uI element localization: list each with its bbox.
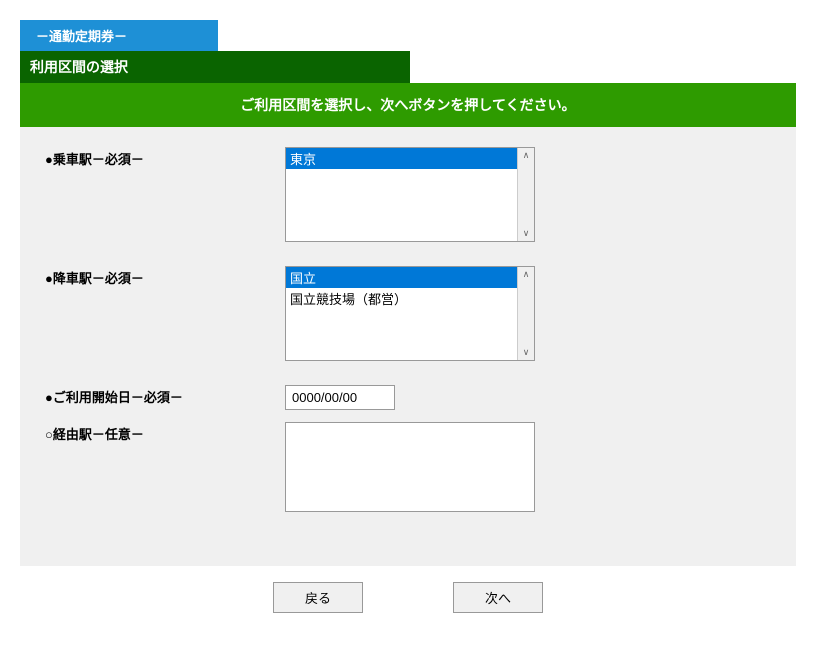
label-alighting-station: ●降車駅－必須－ [45, 266, 285, 287]
row-boarding-station: ●乗車駅－必須－ 東京 ∧ ∨ [45, 147, 771, 242]
scroll-down-icon[interactable]: ∨ [523, 228, 530, 239]
subheader-row: 利用区間の選択 [20, 51, 796, 83]
row-alighting-station: ●降車駅－必須－ 国立 国立競技場（都営） ∧ ∨ [45, 266, 771, 361]
instruction-bar: ご利用区間を選択し、次へボタンを押してください。 [20, 83, 796, 127]
list-item[interactable]: 国立競技場（都営） [286, 288, 534, 309]
scrollbar[interactable]: ∧ ∨ [517, 148, 534, 241]
listbox-alighting-station[interactable]: 国立 国立競技場（都営） ∧ ∨ [285, 266, 535, 361]
scroll-down-icon[interactable]: ∨ [523, 347, 530, 358]
listbox-boarding-options: 東京 [286, 148, 534, 169]
section-subheader: 利用区間の選択 [20, 51, 410, 83]
label-start-date: ●ご利用開始日－必須－ [45, 385, 285, 406]
tab-header-row: －通勤定期券－ [20, 20, 796, 51]
scroll-up-icon[interactable]: ∧ [523, 150, 530, 161]
scroll-up-icon[interactable]: ∧ [523, 269, 530, 280]
tab-commuter-pass[interactable]: －通勤定期券－ [20, 20, 218, 51]
label-boarding-station: ●乗車駅－必須－ [45, 147, 285, 168]
listbox-boarding-station[interactable]: 東京 ∧ ∨ [285, 147, 535, 242]
label-via-station: ○経由駅－任意－ [45, 422, 285, 443]
list-item[interactable]: 国立 [286, 267, 534, 288]
page-container: －通勤定期券－ 利用区間の選択 ご利用区間を選択し、次へボタンを押してください。… [0, 0, 816, 649]
row-start-date: ●ご利用開始日－必須－ [45, 385, 771, 410]
listbox-alighting-options: 国立 国立競技場（都営） [286, 267, 534, 309]
form-area: ●乗車駅－必須－ 東京 ∧ ∨ ●降車駅－必須－ 国立 国立競技場（都営） ∧ [20, 127, 796, 566]
textarea-via-station[interactable] [285, 422, 535, 512]
scrollbar[interactable]: ∧ ∨ [517, 267, 534, 360]
input-start-date[interactable] [285, 385, 395, 410]
list-item[interactable]: 東京 [286, 148, 534, 169]
row-via-station: ○経由駅－任意－ [45, 422, 771, 512]
